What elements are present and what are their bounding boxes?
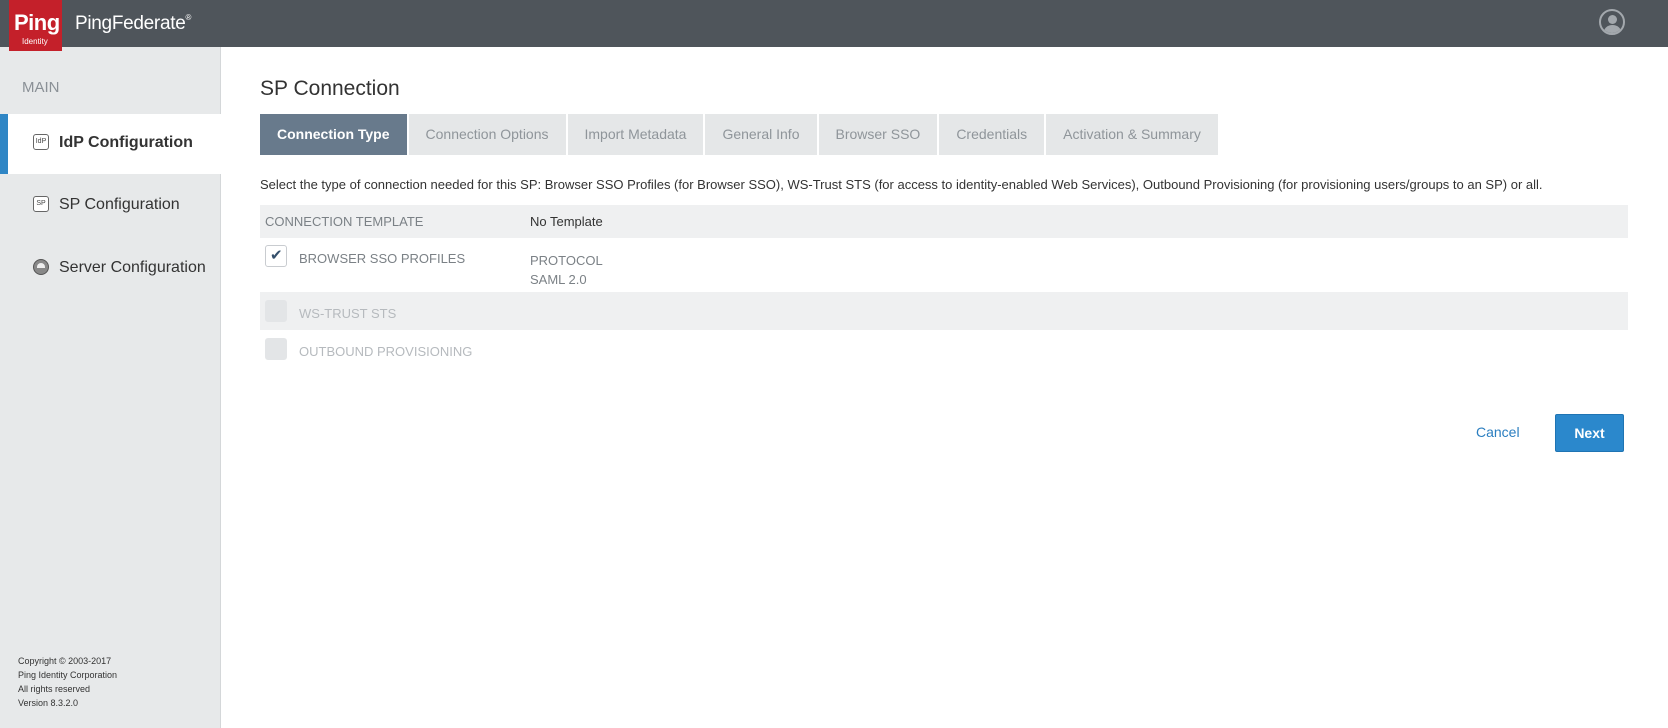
sidebar-item-label: Server Configuration	[59, 259, 206, 276]
copyright-text: Copyright © 2003-2017	[18, 656, 112, 666]
connection-type-description: Select the type of connection needed for…	[260, 177, 1543, 192]
server-icon	[33, 259, 49, 275]
ws-trust-sts-row: WS-TRUST STS	[260, 292, 1628, 330]
tab-browser-sso[interactable]: Browser SSO	[818, 114, 938, 155]
outbound-provisioning-row: OUTBOUND PROVISIONING	[260, 330, 1628, 368]
protocol-label: PROTOCOL	[530, 253, 603, 268]
sidebar-item-server-configuration[interactable]: Server Configuration	[0, 239, 221, 299]
tab-general-info[interactable]: General Info	[705, 114, 817, 155]
registered-mark: ®	[185, 13, 192, 22]
tab-activation-summary[interactable]: Activation & Summary	[1046, 114, 1218, 155]
page-title: SP Connection	[260, 77, 400, 100]
next-button[interactable]: Next	[1555, 414, 1624, 452]
checkmark-icon: ✔	[270, 247, 283, 264]
product-name: PingFederate®	[75, 13, 191, 35]
idp-icon: IdP	[33, 134, 49, 150]
connection-template-row: CONNECTION TEMPLATE No Template	[260, 205, 1628, 238]
company-text: Ping Identity Corporation	[18, 670, 118, 680]
protocol-value: SAML 2.0	[530, 272, 587, 287]
sidebar: MAIN IdP IdP Configuration SP SP Configu…	[0, 47, 232, 728]
ws-trust-sts-label: WS-TRUST STS	[299, 306, 397, 321]
browser-sso-profiles-label: BROWSER SSO PROFILES	[299, 251, 466, 266]
logo-text: Ping	[14, 10, 60, 35]
sidebar-heading: MAIN	[22, 79, 60, 96]
ping-identity-logo[interactable]: Ping Identity	[9, 0, 62, 51]
connection-template-value[interactable]: No Template	[530, 214, 603, 229]
product-name-text: PingFederate	[75, 13, 186, 34]
wizard-tabs: Connection Type Connection Options Impor…	[260, 114, 1220, 155]
top-header: Ping Identity PingFederate®	[0, 0, 1668, 51]
connection-template-label: CONNECTION TEMPLATE	[265, 214, 424, 229]
browser-sso-profiles-checkbox[interactable]: ✔	[265, 245, 287, 267]
sidebar-item-label: SP Configuration	[59, 196, 180, 213]
user-account-icon[interactable]	[1599, 9, 1625, 35]
rights-text: All rights reserved	[18, 684, 91, 694]
sidebar-item-sp-configuration[interactable]: SP SP Configuration	[0, 176, 221, 236]
tab-connection-type[interactable]: Connection Type	[260, 114, 407, 155]
browser-sso-profiles-row: ✔ BROWSER SSO PROFILES PROTOCOL SAML 2.0	[260, 238, 1628, 292]
outbound-provisioning-label: OUTBOUND PROVISIONING	[299, 344, 473, 359]
tab-connection-options[interactable]: Connection Options	[408, 114, 566, 155]
version-text: Version 8.3.2.0	[18, 698, 79, 708]
sp-icon: SP	[33, 196, 49, 212]
tab-credentials[interactable]: Credentials	[939, 114, 1045, 155]
sidebar-item-label: IdP Configuration	[59, 134, 193, 151]
logo-subtext: Identity	[22, 37, 48, 46]
tab-import-metadata[interactable]: Import Metadata	[567, 114, 704, 155]
sidebar-footer: Copyright © 2003-2017 Ping Identity Corp…	[18, 654, 117, 710]
ws-trust-sts-checkbox[interactable]	[265, 300, 287, 322]
cancel-button[interactable]: Cancel	[1476, 424, 1520, 440]
outbound-provisioning-checkbox[interactable]	[265, 338, 287, 360]
sidebar-item-idp-configuration[interactable]: IdP IdP Configuration	[0, 114, 232, 174]
